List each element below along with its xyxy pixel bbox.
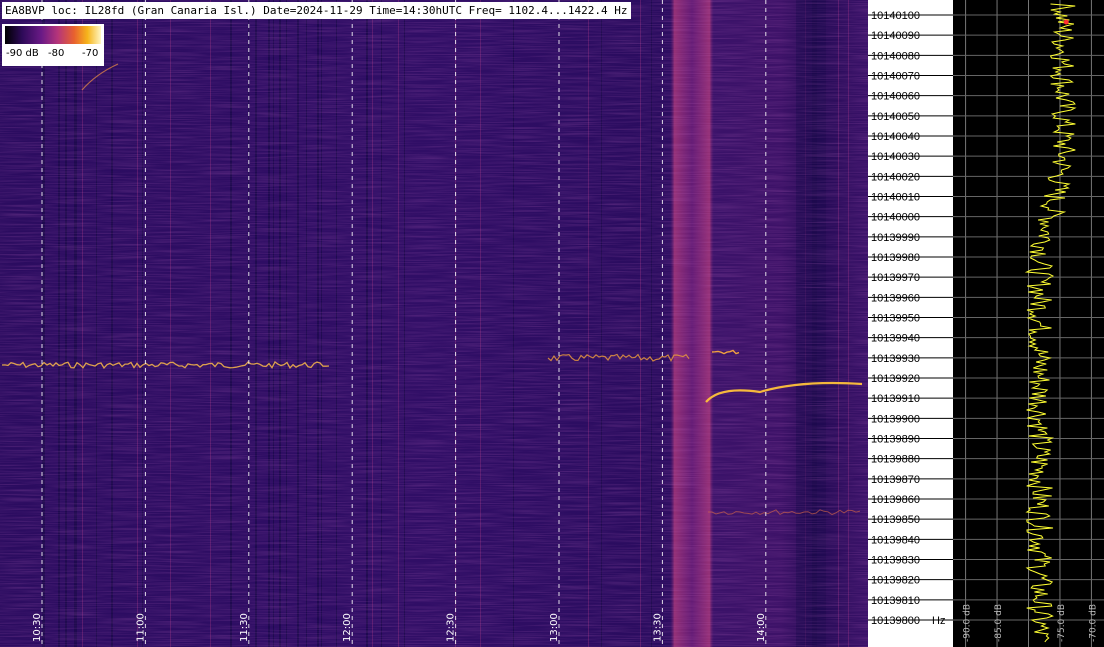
frequency-tick-label: 10139900 xyxy=(871,413,920,425)
frequency-tick-label: 10140040 xyxy=(871,131,920,143)
time-tick-label: 10:30 xyxy=(32,613,43,642)
spectrum-peak-marker xyxy=(1063,19,1069,25)
spectrum-tick-label: -75.0 dB xyxy=(1057,604,1067,642)
time-tick-label: 13:00 xyxy=(549,613,560,642)
color-scale-label-max: -70 xyxy=(82,48,99,59)
frequency-axis-canvas: 10140100 10140090 10140080 10140070 10140060… xyxy=(868,10,953,627)
frequency-tick-label: 10140100 xyxy=(871,10,920,22)
frequency-tick-label: 10139890 xyxy=(871,434,920,446)
frequency-tick-label: 10139980 xyxy=(871,252,920,264)
frequency-tick-label: 10140060 xyxy=(871,91,920,103)
frequency-tick-label: 10140030 xyxy=(871,151,920,163)
frequency-tick-label: 10139970 xyxy=(871,272,920,284)
power-spectrum-panel: -90.0 dB -85.0 dB -75.0 dB -70.0 dB xyxy=(953,0,1104,647)
frequency-tick-label: 10140090 xyxy=(871,30,920,42)
frequency-tick-label: 10139830 xyxy=(871,555,920,567)
frequency-tick-label: 10139810 xyxy=(871,595,920,607)
frequency-tick-label: 10140070 xyxy=(871,71,920,83)
spectrum-tick-label: -70.0 dB xyxy=(1088,604,1098,642)
time-tick-label: 12:30 xyxy=(446,613,457,642)
frequency-tick-label: 10139870 xyxy=(871,474,920,486)
frequency-tick-label: 10139820 xyxy=(871,575,920,587)
time-tick-label: 13:30 xyxy=(652,613,663,642)
spectrum-tick-label: -85.0 dB xyxy=(994,604,1004,642)
frequency-tick-label: 10139940 xyxy=(871,333,920,345)
color-scale-label-min: -90 dB xyxy=(6,48,39,59)
frequency-tick-label: 10140020 xyxy=(871,171,920,183)
frequency-tick-label: 10139930 xyxy=(871,353,920,365)
color-scale-legend: -90 dB -80 -70 xyxy=(2,24,104,66)
time-tick-label: 11:30 xyxy=(239,613,250,642)
time-tick-label: 14:00 xyxy=(756,613,767,642)
frequency-tick-label: 10139880 xyxy=(871,454,920,466)
frequency-tick-label: 10139990 xyxy=(871,232,920,244)
frequency-tick-label: 10139840 xyxy=(871,534,920,546)
frequency-tick-label: 10139950 xyxy=(871,313,920,325)
frequency-tick-label: 10140000 xyxy=(871,212,920,224)
frequency-unit-label: Hz xyxy=(932,615,945,627)
waterfall-canvas: 10:30 11:00 11:30 12:00 12:30 13:00 13:30 14:00 xyxy=(0,0,868,647)
waterfall-spectrogram: 10:30 11:00 11:30 12:00 12:30 13:00 13:30 14:00… xyxy=(0,0,868,647)
frequency-tick-label: 10139800 xyxy=(871,615,920,627)
frequency-tick-label: 10140010 xyxy=(871,192,920,204)
spectrum-tick-label: -90.0 dB xyxy=(963,604,973,642)
frequency-tick-label: 10140080 xyxy=(871,50,920,62)
power-spectrum-canvas: -90.0 dB -85.0 dB -75.0 dB -70.0 dB xyxy=(953,0,1104,647)
frequency-axis: 10140100 10140090 10140080 10140070 10140060… xyxy=(868,0,953,647)
color-scale-label-mid: -80 xyxy=(48,48,65,59)
color-scale-gradient xyxy=(5,26,101,44)
frequency-tick-label: 10139920 xyxy=(871,373,920,385)
frequency-tick-label: 10140050 xyxy=(871,111,920,123)
spectrum-curve xyxy=(1024,3,1077,643)
time-tick-label: 11:00 xyxy=(135,613,146,642)
chart-title: EA8BVP loc: IL28fd (Gran Canaria Isl.) D… xyxy=(2,2,631,19)
frequency-tick-label: 10139960 xyxy=(871,292,920,304)
frequency-tick-label: 10139910 xyxy=(871,393,920,405)
frequency-tick-label: 10139860 xyxy=(871,494,920,506)
frequency-tick-label: 10139850 xyxy=(871,514,920,526)
time-tick-label: 12:00 xyxy=(342,613,353,642)
